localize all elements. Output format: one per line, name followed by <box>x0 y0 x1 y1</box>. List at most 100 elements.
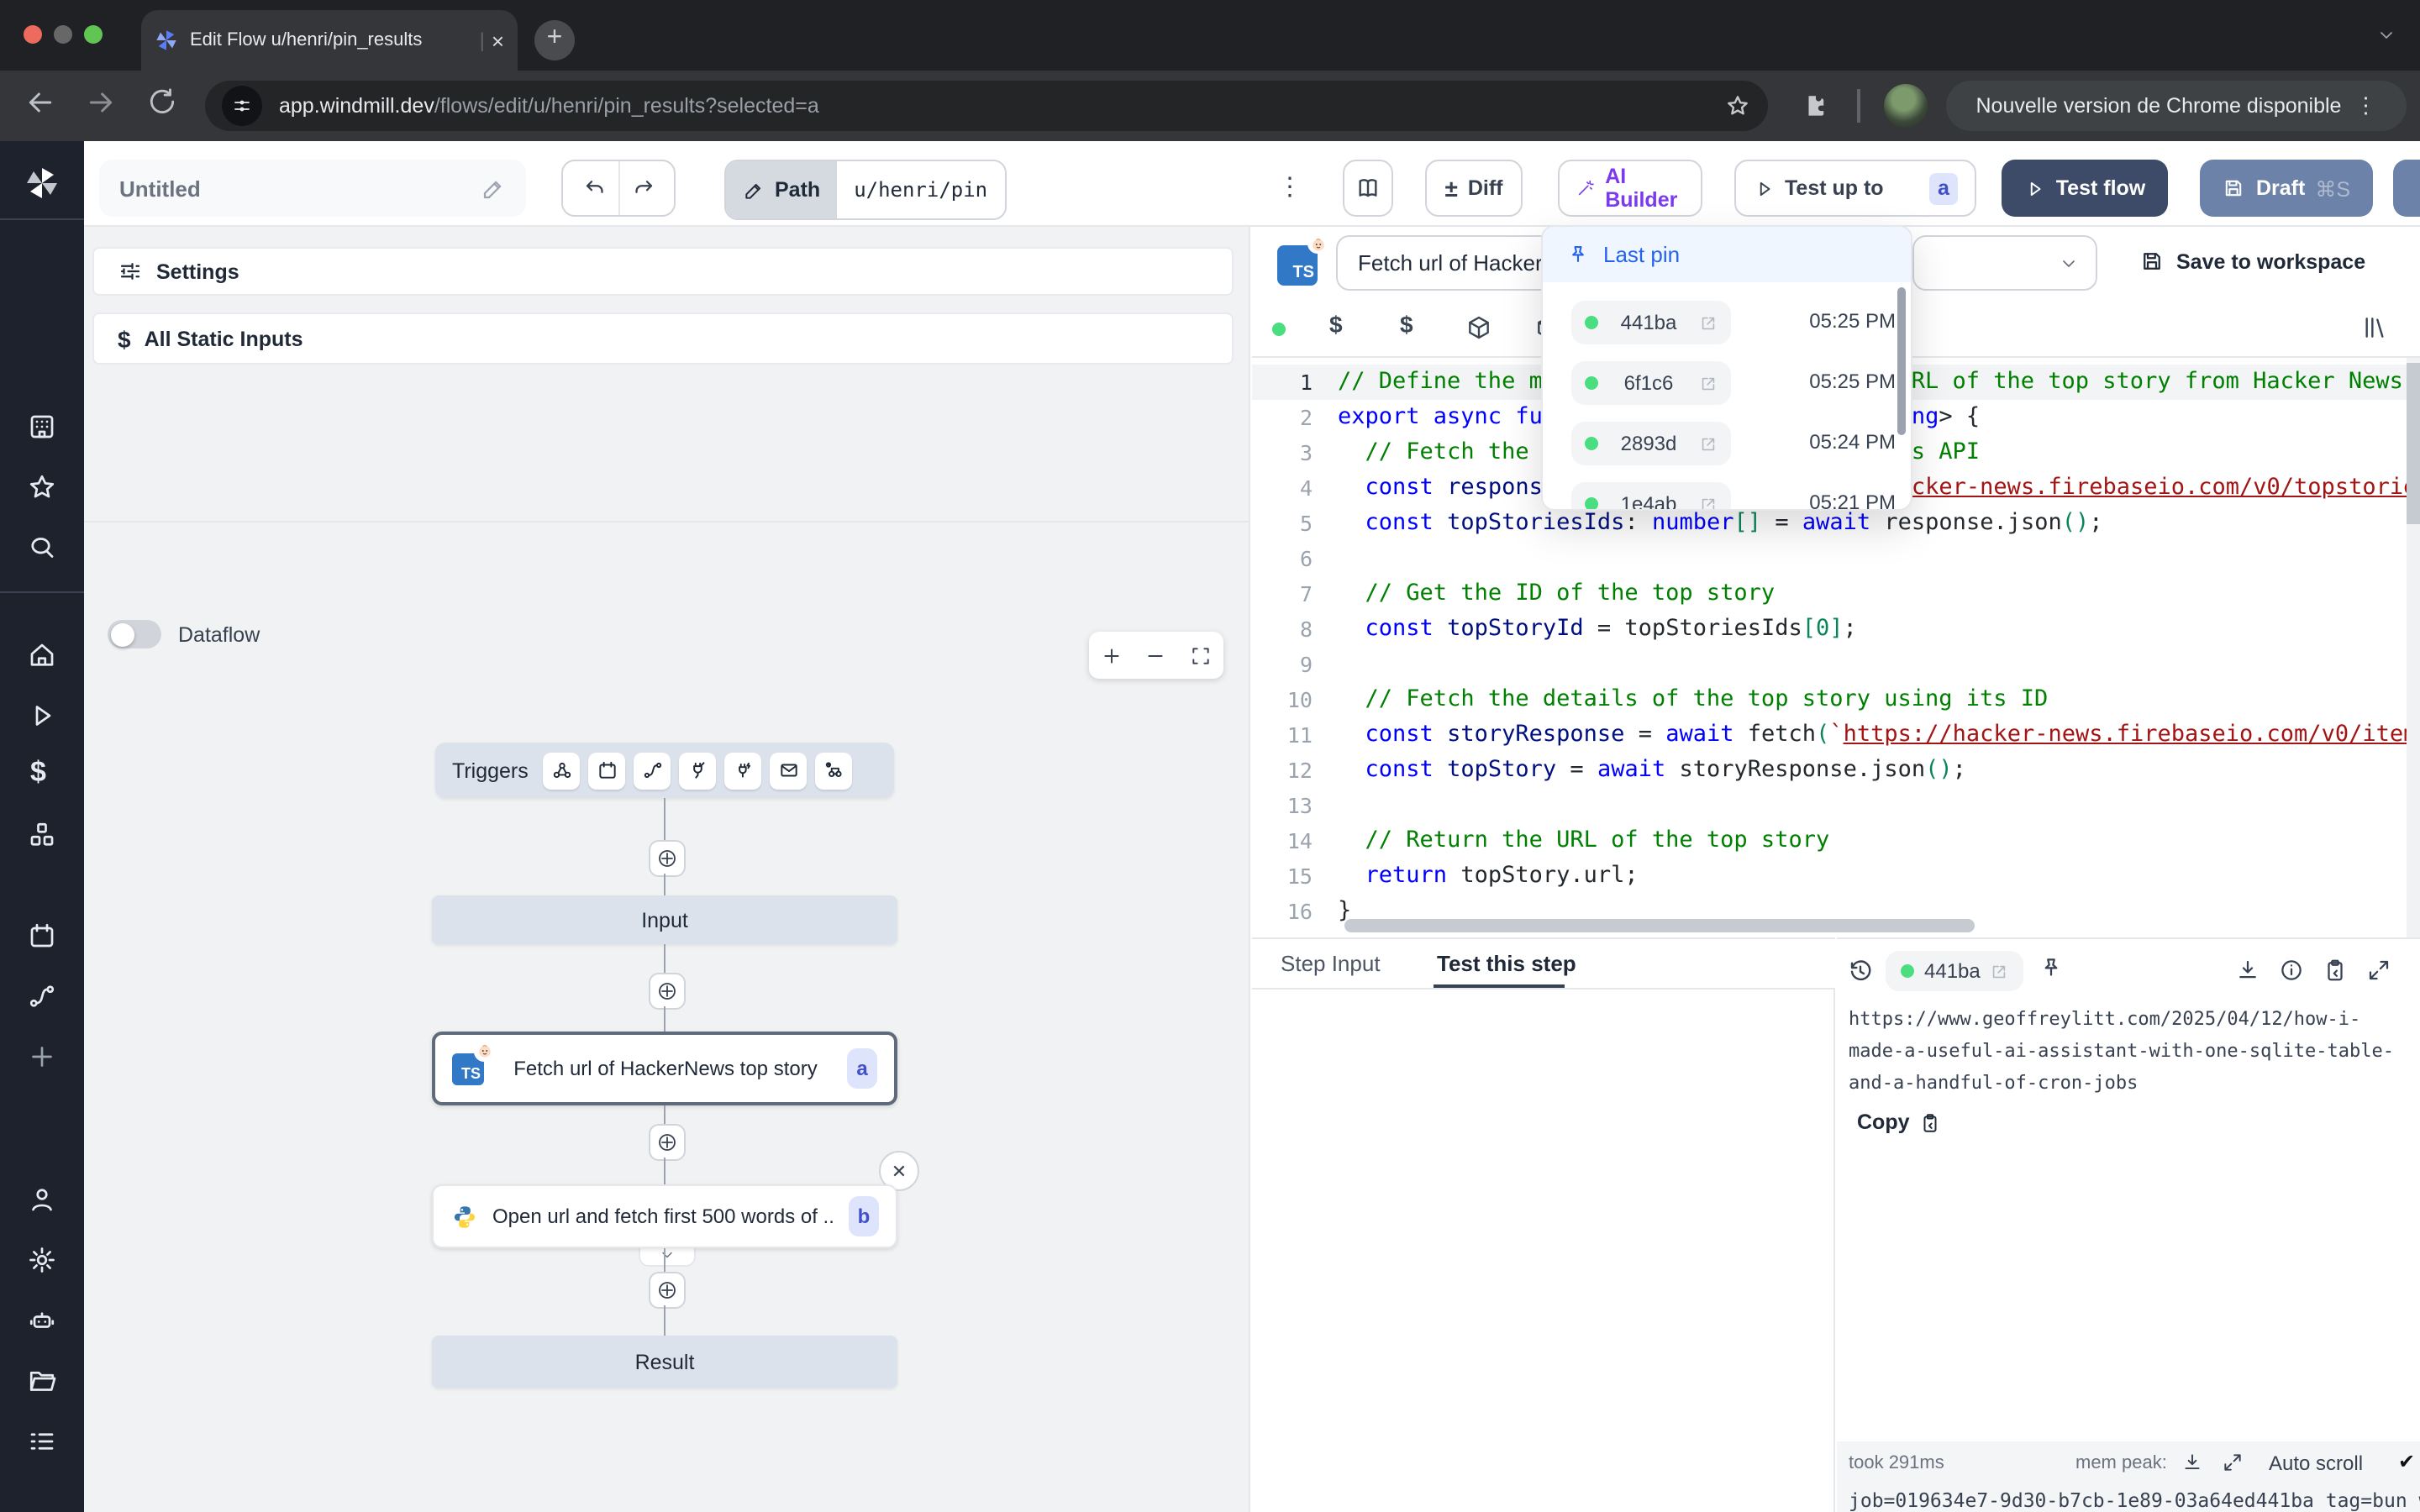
settings-gear-icon[interactable] <box>27 1245 57 1275</box>
pin-item[interactable]: 1e4ab 05:21 PM <box>1543 474 1912 511</box>
expand-logs-icon[interactable] <box>2222 1452 2244 1473</box>
pin-item[interactable]: 6f1c6 05:25 PM <box>1543 353 1912 413</box>
copy-json-icon[interactable] <box>2323 958 2348 983</box>
edit-pencil-icon[interactable] <box>481 176 506 201</box>
triggers-bar[interactable]: Triggers <box>435 743 894 798</box>
code-line[interactable]: 12 const topStory = await storyResponse.… <box>1252 753 2420 788</box>
add-step-button[interactable] <box>649 840 686 877</box>
event-trigger-icon[interactable] <box>725 752 762 789</box>
browser-tab[interactable]: Edit Flow u/henri/pin_results | × <box>141 10 518 71</box>
bookmark-star-icon[interactable] <box>1724 92 1751 119</box>
code-line[interactable]: 5 const topStoriesIds: number[] = await … <box>1252 506 2420 541</box>
code-line[interactable]: 11 const storyResponse = await fetch(`ht… <box>1252 717 2420 753</box>
flow-canvas[interactable]: Dataflow Triggers <box>84 521 1250 1512</box>
window-zoom-button[interactable] <box>84 25 103 44</box>
code-line[interactable]: 6 <box>1252 541 2420 576</box>
site-settings-icon[interactable] <box>222 86 262 126</box>
draft-button[interactable]: Draft ⌘S <box>2200 160 2373 217</box>
auto-scroll-checkbox[interactable]: ✔ <box>2398 1450 2415 1473</box>
new-tab-button[interactable]: + <box>534 20 575 60</box>
code-line[interactable]: 10 // Fetch the details of the top story… <box>1252 682 2420 717</box>
code-line[interactable]: 14 // Return the URL of the top story <box>1252 823 2420 858</box>
chrome-menu-icon[interactable]: ⋮ <box>2354 92 2376 119</box>
code-line[interactable]: 8 const topStoryId = topStoriesIds[0]; <box>1252 612 2420 647</box>
code-vertical-scrollbar[interactable] <box>2407 358 2420 937</box>
profile-avatar[interactable] <box>1884 84 1928 128</box>
library-icon[interactable] <box>2361 314 2388 341</box>
ai-builder-button[interactable]: AI Builder <box>1558 160 1702 217</box>
redo-icon[interactable] <box>629 176 655 201</box>
dropdown-scrollbar[interactable] <box>1897 287 1906 435</box>
home-icon[interactable] <box>27 640 57 670</box>
external-link-icon[interactable] <box>1699 434 1718 453</box>
external-link-icon[interactable] <box>1699 495 1718 511</box>
search-icon[interactable] <box>27 533 57 563</box>
workers-robot-icon[interactable] <box>27 1305 57 1336</box>
workspace-icon[interactable] <box>27 412 57 442</box>
expand-result-icon[interactable] <box>2366 958 2391 983</box>
test-flow-button[interactable]: Test flow <box>2002 160 2168 217</box>
tab-search-chevron-icon[interactable] <box>2376 25 2396 45</box>
add-step-button[interactable] <box>649 973 686 1010</box>
window-minimize-button[interactable] <box>54 25 72 44</box>
dataflow-toggle[interactable] <box>108 620 161 648</box>
zoom-in-icon[interactable] <box>1101 644 1123 666</box>
deploy-button[interactable]: Deploy <box>2393 160 2420 217</box>
chrome-update-button[interactable]: Nouvelle version de Chrome disponible ⋮ <box>1946 81 2407 131</box>
variables-icon[interactable]: $ <box>30 756 46 790</box>
zoom-out-icon[interactable] <box>1145 644 1167 666</box>
external-link-icon[interactable] <box>1699 313 1718 332</box>
last-pin-option[interactable]: Last pin <box>1543 227 1912 282</box>
result-node[interactable]: Result <box>432 1336 897 1388</box>
resources-icon[interactable] <box>27 820 57 850</box>
settings-row[interactable]: Settings <box>92 247 1234 296</box>
save-to-workspace-button[interactable]: Save to workspace <box>2139 249 2365 274</box>
download-result-icon[interactable] <box>2235 958 2260 983</box>
info-icon[interactable] <box>2279 958 2304 983</box>
code-line[interactable]: 15 return topStory.url; <box>1252 858 2420 894</box>
add-step-button[interactable] <box>649 1272 686 1309</box>
path-button[interactable]: Path u/henri/pin <box>724 160 1006 220</box>
code-line[interactable]: 9 <box>1252 647 2420 682</box>
users-icon[interactable] <box>27 1184 57 1215</box>
flow-node-b[interactable]: Open url and fetch first 500 words of ..… <box>432 1184 897 1248</box>
forward-icon[interactable] <box>84 86 118 119</box>
add-step-button[interactable] <box>649 1124 686 1161</box>
extensions-icon[interactable] <box>1802 92 1830 121</box>
runs-icon[interactable] <box>27 701 57 731</box>
poll-trigger-icon[interactable] <box>816 752 853 789</box>
tab-step-input[interactable]: Step Input <box>1281 951 1381 976</box>
history-icon[interactable] <box>1847 958 1874 984</box>
job-badge[interactable]: 441ba <box>1886 951 2024 991</box>
flow-node-a[interactable]: TS Fetch url of HackerNews top story a <box>432 1032 897 1105</box>
input-node[interactable]: Input <box>432 895 897 944</box>
websocket-trigger-icon[interactable] <box>680 752 717 789</box>
tab-test-this-step[interactable]: Test this step <box>1437 951 1576 976</box>
more-options-kebab-icon[interactable]: ⋮ <box>1277 171 1302 202</box>
route-trigger-icon[interactable] <box>634 752 671 789</box>
test-up-to-button[interactable]: Test up to a <box>1734 160 1976 217</box>
pin-item[interactable]: 2893d 05:24 PM <box>1543 413 1912 474</box>
schedule-trigger-icon[interactable] <box>589 752 626 789</box>
variables-icon[interactable]: $ <box>1329 311 1343 338</box>
schedules-icon[interactable] <box>27 921 57 951</box>
package-icon[interactable] <box>1465 314 1492 341</box>
tab-close-icon[interactable]: × <box>492 29 504 51</box>
resources-icon[interactable]: $ <box>1400 311 1413 338</box>
static-inputs-row[interactable]: $ All Static Inputs <box>92 312 1234 365</box>
code-line[interactable]: 13 <box>1252 788 2420 823</box>
routes-icon[interactable] <box>27 981 57 1011</box>
folders-icon[interactable] <box>27 1366 57 1396</box>
external-link-icon[interactable] <box>1699 374 1718 392</box>
window-close-button[interactable] <box>24 25 42 44</box>
code-horizontal-scrollbar[interactable] <box>1344 919 1975 932</box>
add-menu-icon[interactable] <box>27 1042 57 1072</box>
favorites-star-icon[interactable] <box>27 472 57 502</box>
docs-button[interactable] <box>1343 160 1393 217</box>
copy-button[interactable]: Copy <box>1857 1110 1942 1134</box>
external-link-icon[interactable] <box>1991 962 2009 980</box>
reload-icon[interactable] <box>146 86 178 118</box>
webhook-trigger-icon[interactable] <box>544 752 581 789</box>
windmill-logo[interactable] <box>22 163 62 203</box>
back-icon[interactable] <box>24 86 57 119</box>
